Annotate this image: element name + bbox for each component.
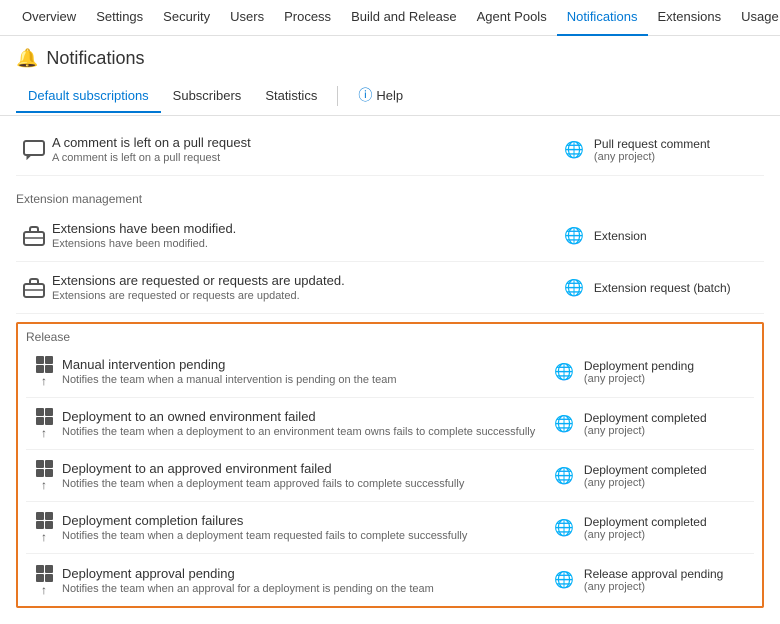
notif-desc-ext-modified: Extensions have been modified. <box>52 238 552 250</box>
extension-section: Extension management Extensions have bee… <box>16 184 764 314</box>
nav-usage[interactable]: Usage <box>731 0 780 36</box>
pull-request-section: A comment is left on a pull request A co… <box>16 124 764 176</box>
release-section: Release ↑ Manual intervention pending No… <box>16 322 764 608</box>
release-icon-wrapper-0: ↑ <box>26 356 62 387</box>
subnav-default-subscriptions[interactable]: Default subscriptions <box>16 80 161 113</box>
sub-nav: Default subscriptions Subscribers Statis… <box>0 77 780 116</box>
nav-process[interactable]: Process <box>274 0 341 36</box>
subnav-statistics[interactable]: Statistics <box>253 80 329 113</box>
sub-nav-divider <box>337 86 338 106</box>
notif-type-pull-request: Pull request comment (any project) <box>594 137 710 163</box>
notif-right-release-3: 🌐 Deployment completed (any project) <box>554 515 754 541</box>
notif-text-release-3: Deployment completion failures Notifies … <box>62 513 554 542</box>
notif-type-release-1: Deployment completed (any project) <box>584 411 707 437</box>
notif-desc-release-1: Notifies the team when a deployment to a… <box>62 426 542 438</box>
globe-icon-release-4: 🌐 <box>554 570 574 590</box>
nav-notifications[interactable]: Notifications <box>557 0 648 36</box>
notif-desc-release-4: Notifies the team when an approval for a… <box>62 583 542 595</box>
notif-desc-release-3: Notifies the team when a deployment team… <box>62 530 542 542</box>
page-header: 🔔 Notifications <box>0 36 780 77</box>
notif-type-ext-modified: Extension <box>594 229 647 243</box>
globe-icon-release-1: 🌐 <box>554 414 574 434</box>
globe-icon-release-0: 🌐 <box>554 362 574 382</box>
globe-icon-release-3: 🌐 <box>554 518 574 538</box>
notif-right-release-4: 🌐 Release approval pending (any project) <box>554 567 754 593</box>
notif-type-release-0: Deployment pending (any project) <box>584 359 694 385</box>
notif-type-ext-requested: Extension request (batch) <box>594 281 731 295</box>
release-icon-2: ↑ <box>36 460 53 491</box>
notif-row-release-3: ↑ Deployment completion failures Notifie… <box>26 502 754 554</box>
nav-users[interactable]: Users <box>220 0 274 36</box>
release-icon-4: ↑ <box>36 565 53 596</box>
release-icon-wrapper-1: ↑ <box>26 408 62 439</box>
subnav-help[interactable]: ⓘ Help <box>346 77 415 115</box>
nav-security[interactable]: Security <box>153 0 220 36</box>
nav-extensions[interactable]: Extensions <box>648 0 732 36</box>
notif-right-release-0: 🌐 Deployment pending (any project) <box>554 359 754 385</box>
notif-type-release-3: Deployment completed (any project) <box>584 515 707 541</box>
notif-desc-ext-requested: Extensions are requested or requests are… <box>52 290 552 302</box>
notif-text-pull-request: A comment is left on a pull request A co… <box>52 135 564 164</box>
briefcase-icon-1 <box>23 226 45 246</box>
notif-title-release-4: Deployment approval pending <box>62 566 542 581</box>
comment-icon <box>23 140 45 160</box>
notif-desc-pull-request: A comment is left on a pull request <box>52 152 552 164</box>
page-title: Notifications <box>46 48 144 69</box>
notif-title-release-1: Deployment to an owned environment faile… <box>62 409 542 424</box>
notif-title-pull-request: A comment is left on a pull request <box>52 135 552 150</box>
notif-row-pull-request: A comment is left on a pull request A co… <box>16 124 764 176</box>
notif-title-ext-modified: Extensions have been modified. <box>52 221 552 236</box>
release-icon-wrapper-4: ↑ <box>26 565 62 596</box>
globe-icon-release-2: 🌐 <box>554 466 574 486</box>
release-icon-0: ↑ <box>36 356 53 387</box>
briefcase-icon-2 <box>23 278 45 298</box>
release-section-title: Release <box>26 324 754 346</box>
comment-icon-wrapper <box>16 140 52 160</box>
release-icon-wrapper-2: ↑ <box>26 460 62 491</box>
globe-icon-ext-requested: 🌐 <box>564 278 584 298</box>
notif-title-release-2: Deployment to an approved environment fa… <box>62 461 542 476</box>
release-icon-3: ↑ <box>36 512 53 543</box>
notif-type-release-4: Release approval pending (any project) <box>584 567 723 593</box>
notif-desc-release-2: Notifies the team when a deployment team… <box>62 478 542 490</box>
briefcase-icon-wrapper-2 <box>16 278 52 298</box>
notif-text-ext-requested: Extensions are requested or requests are… <box>52 273 564 302</box>
notif-title-release-3: Deployment completion failures <box>62 513 542 528</box>
notif-row-release-0: ↑ Manual intervention pending Notifies t… <box>26 346 754 398</box>
briefcase-icon-wrapper-1 <box>16 226 52 246</box>
globe-icon-ext-modified: 🌐 <box>564 226 584 246</box>
extension-section-title: Extension management <box>16 184 764 210</box>
release-icon-wrapper-3: ↑ <box>26 512 62 543</box>
release-icon-1: ↑ <box>36 408 53 439</box>
notif-right-ext-requested: 🌐 Extension request (batch) <box>564 278 764 298</box>
notif-row-ext-requested: Extensions are requested or requests are… <box>16 262 764 314</box>
notif-row-ext-modified: Extensions have been modified. Extension… <box>16 210 764 262</box>
notif-text-release-1: Deployment to an owned environment faile… <box>62 409 554 438</box>
main-content: A comment is left on a pull request A co… <box>0 116 780 624</box>
notif-row-release-1: ↑ Deployment to an owned environment fai… <box>26 398 754 450</box>
nav-agent-pools[interactable]: Agent Pools <box>467 0 557 36</box>
notif-row-release-4: ↑ Deployment approval pending Notifies t… <box>26 554 754 606</box>
notif-type-release-2: Deployment completed (any project) <box>584 463 707 489</box>
notif-right-pull-request: 🌐 Pull request comment (any project) <box>564 137 764 163</box>
notif-title-release-0: Manual intervention pending <box>62 357 542 372</box>
help-circle-icon: ⓘ <box>358 85 372 105</box>
notif-text-release-2: Deployment to an approved environment fa… <box>62 461 554 490</box>
notif-right-ext-modified: 🌐 Extension <box>564 226 764 246</box>
notif-title-ext-requested: Extensions are requested or requests are… <box>52 273 552 288</box>
bell-icon: 🔔 <box>16 48 38 69</box>
nav-settings[interactable]: Settings <box>86 0 153 36</box>
nav-overview[interactable]: Overview <box>12 0 86 36</box>
notif-right-release-1: 🌐 Deployment completed (any project) <box>554 411 754 437</box>
notif-text-release-4: Deployment approval pending Notifies the… <box>62 566 554 595</box>
notif-right-release-2: 🌐 Deployment completed (any project) <box>554 463 754 489</box>
nav-build-release[interactable]: Build and Release <box>341 0 467 36</box>
notif-text-release-0: Manual intervention pending Notifies the… <box>62 357 554 386</box>
notif-row-release-2: ↑ Deployment to an approved environment … <box>26 450 754 502</box>
globe-icon-pull-request: 🌐 <box>564 140 584 160</box>
notif-text-ext-modified: Extensions have been modified. Extension… <box>52 221 564 250</box>
subnav-subscribers[interactable]: Subscribers <box>161 80 254 113</box>
top-nav: Overview Settings Security Users Process… <box>0 0 780 36</box>
notif-desc-release-0: Notifies the team when a manual interven… <box>62 374 542 386</box>
